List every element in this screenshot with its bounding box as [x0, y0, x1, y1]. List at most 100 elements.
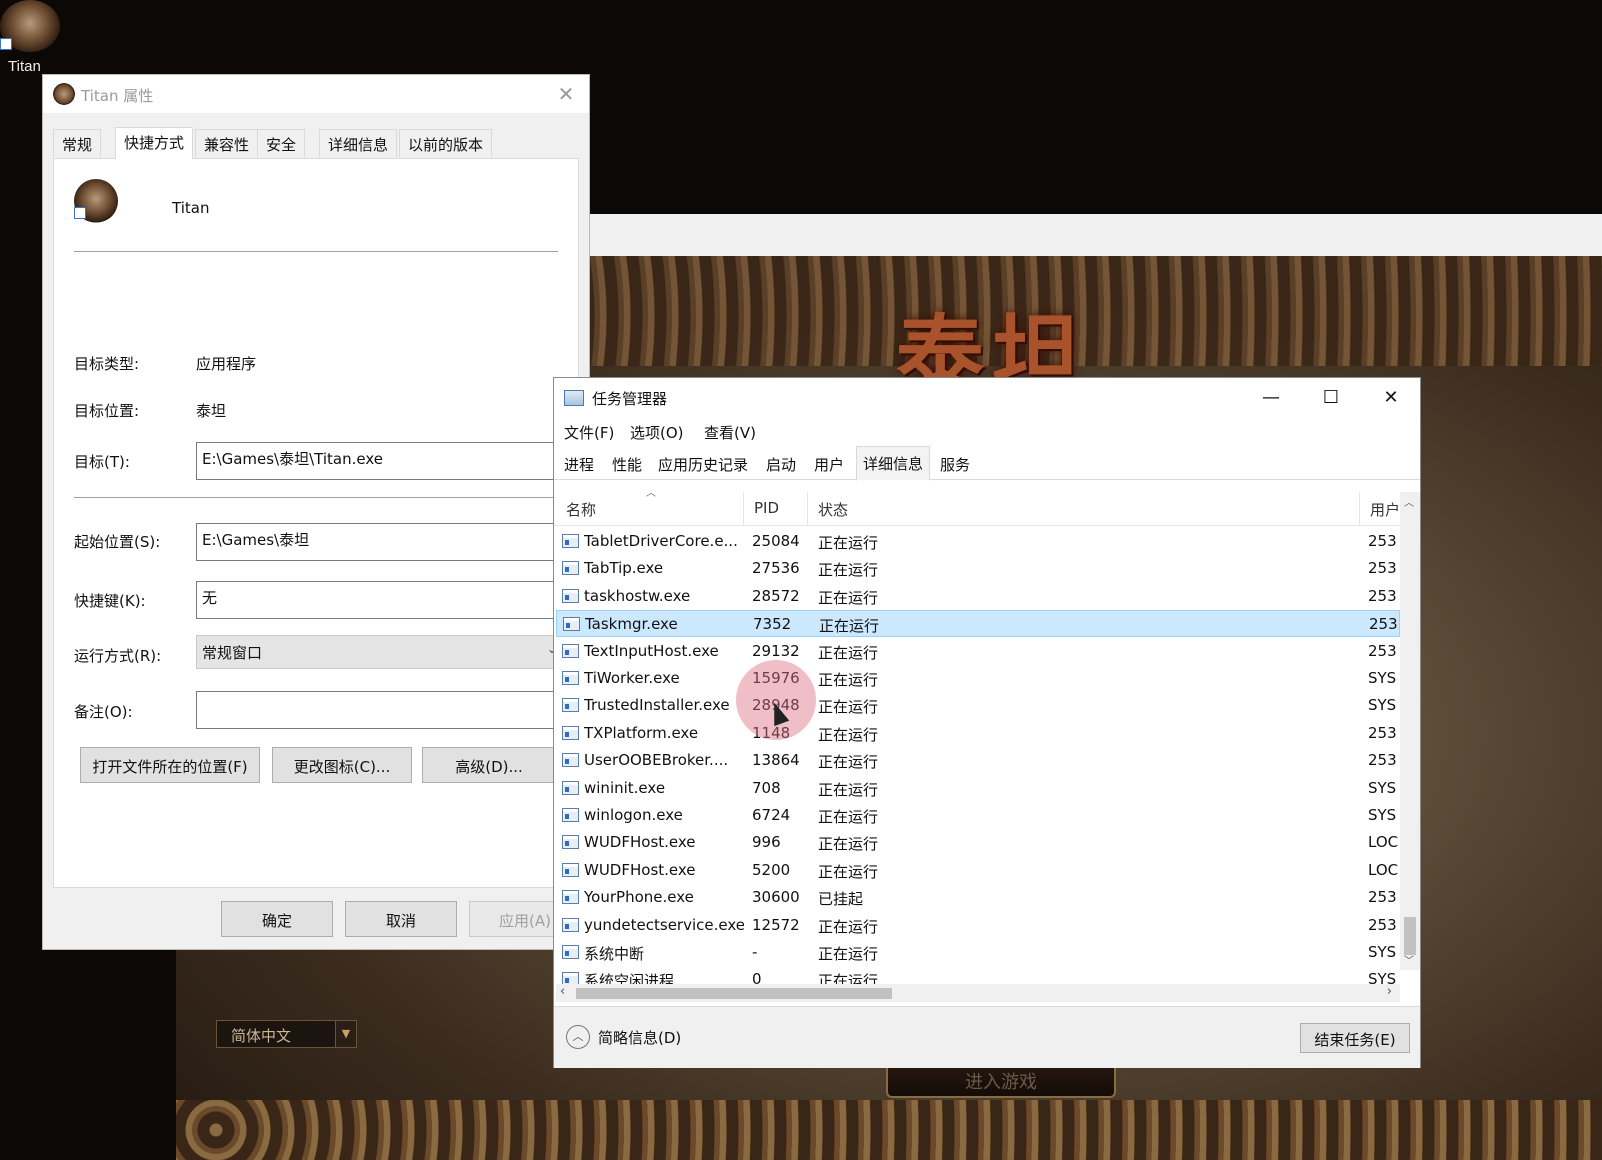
maximize-icon[interactable]: ☐	[1308, 382, 1354, 414]
tab-app-history[interactable]: 应用历史记录	[652, 450, 754, 480]
scroll-right-icon[interactable]: ›	[1387, 984, 1392, 999]
start-in-label: 起始位置(S):	[74, 533, 161, 551]
table-row[interactable]: UserOOBEBroker.... 13864 正在运行 253	[556, 747, 1400, 774]
task-manager-window: 任务管理器 — ☐ ✕ 文件(F) 选项(O) 查看(V) 进程 性能 应用历史…	[553, 377, 1421, 1068]
table-row[interactable]: winlogon.exe 6724 正在运行 SYS	[556, 802, 1400, 829]
process-icon	[562, 835, 579, 850]
process-state: 正在运行	[818, 671, 879, 689]
process-state: 已挂起	[818, 890, 864, 909]
process-state: 正在运行	[818, 561, 879, 580]
tab-users[interactable]: 用户	[808, 450, 850, 480]
close-icon[interactable]: ✕	[1368, 382, 1414, 414]
process-icon	[562, 643, 579, 658]
table-row[interactable]: TrustedInstaller.exe 28948 正在运行 SYS	[556, 692, 1400, 719]
tab-previous-versions[interactable]: 以前的版本	[399, 129, 493, 157]
table-row[interactable]: TiWorker.exe 15976 正在运行 SYS	[556, 665, 1400, 692]
comment-label: 备注(O):	[74, 703, 133, 721]
process-icon	[562, 945, 579, 959]
table-row[interactable]: TXPlatform.exe 1148 正在运行 253	[556, 720, 1400, 747]
process-user: SYS	[1368, 778, 1397, 797]
shortcut-key-label: 快捷键(K):	[74, 592, 146, 610]
tab-general[interactable]: 常规	[53, 129, 102, 157]
process-name: yundetectservice.exe	[584, 915, 744, 934]
scroll-down-icon[interactable]: ﹀	[1404, 952, 1414, 967]
table-row[interactable]: TabTip.exe 27536 正在运行 253	[556, 555, 1400, 582]
ok-button[interactable]: 确定	[221, 901, 333, 937]
process-user: 253	[1368, 559, 1397, 578]
tab-services[interactable]: 服务	[934, 450, 976, 480]
click-highlight	[736, 660, 816, 740]
table-row[interactable]: WUDFHost.exe 996 正在运行 LOC	[556, 829, 1400, 856]
end-task-button[interactable]: 结束任务(E)	[1300, 1023, 1410, 1053]
target-label: 目标(T):	[74, 453, 130, 471]
target-field[interactable]: E:\Games\泰坦\Titan.exe	[196, 442, 566, 480]
run-select[interactable]: 常规窗口 ⌄	[196, 635, 566, 669]
table-row[interactable]: TabletDriverCore.e... 25084 正在运行 253	[556, 528, 1400, 555]
language-select[interactable]: 简体中文 ▼	[216, 1020, 357, 1048]
task-manager-titlebar[interactable]: 任务管理器 — ☐ ✕	[554, 378, 1420, 418]
cancel-button[interactable]: 取消	[345, 901, 457, 937]
shortcut-arrow-icon	[0, 38, 12, 50]
scroll-left-icon[interactable]: ‹	[560, 984, 565, 999]
desktop-shortcut-titan[interactable]: Titan	[0, 0, 62, 80]
process-user: LOC	[1368, 860, 1399, 879]
column-user[interactable]: 用户	[1360, 492, 1400, 526]
tab-security[interactable]: 安全	[257, 129, 306, 157]
tab-processes[interactable]: 进程	[558, 450, 600, 480]
close-icon[interactable]: ✕	[553, 81, 579, 107]
table-row[interactable]: YourPhone.exe 30600 已挂起 253	[556, 884, 1400, 911]
process-name: wininit.exe	[584, 778, 666, 797]
tab-shortcut[interactable]: 快捷方式	[115, 127, 194, 159]
start-in-field[interactable]: E:\Games\泰坦	[196, 523, 566, 561]
tab-details[interactable]: 详细信息	[856, 446, 931, 481]
tab-startup[interactable]: 启动	[760, 450, 802, 480]
process-state: 正在运行	[818, 808, 879, 826]
process-user: 253	[1368, 915, 1397, 934]
chevron-up-icon[interactable]: ︿	[566, 1025, 590, 1049]
advanced-button[interactable]: 高级(D)...	[422, 747, 556, 783]
open-file-location-button[interactable]: 打开文件所在的位置(F)	[80, 747, 260, 783]
comment-field[interactable]	[196, 691, 566, 729]
column-user-label: 用户	[1370, 501, 1401, 519]
scroll-up-icon[interactable]: ︿	[1404, 494, 1414, 509]
process-user: SYS	[1368, 696, 1397, 715]
minimize-icon[interactable]: —	[1248, 382, 1294, 414]
process-pid: 12572	[752, 915, 800, 934]
menu-file[interactable]: 文件(F)	[564, 422, 614, 443]
scroll-thumb[interactable]	[576, 988, 892, 999]
table-row[interactable]: yundetectservice.exe 12572 正在运行 253	[556, 912, 1400, 939]
titan-app-icon	[74, 179, 118, 223]
menu-view[interactable]: 查看(V)	[704, 422, 756, 443]
chevron-down-icon[interactable]: ▼	[335, 1020, 357, 1048]
table-row[interactable]: Taskmgr.exe 7352 正在运行 253	[556, 610, 1400, 638]
properties-titlebar[interactable]: Titan 属性 ✕	[43, 75, 589, 113]
process-name: TextInputHost.exe	[584, 641, 719, 660]
tab-performance[interactable]: 性能	[606, 450, 648, 480]
divider	[74, 497, 558, 498]
process-pid: 28572	[752, 586, 800, 605]
process-user: SYS	[1368, 943, 1397, 961]
task-manager-tabs: 进程 性能 应用历史记录 启动 用户 详细信息 服务	[554, 444, 1420, 481]
process-pid: 13864	[752, 751, 800, 770]
scroll-thumb[interactable]	[1404, 917, 1416, 955]
table-row[interactable]: taskhostw.exe 28572 正在运行 253	[556, 583, 1400, 610]
table-row[interactable]: wininit.exe 708 正在运行 SYS	[556, 775, 1400, 802]
tab-compatibility[interactable]: 兼容性	[195, 129, 259, 157]
table-row[interactable]: 系统中断 - 正在运行 SYS	[556, 939, 1400, 966]
column-pid[interactable]: PID	[744, 492, 808, 526]
shortcut-key-field[interactable]: 无	[196, 581, 566, 619]
tab-details[interactable]: 详细信息	[319, 129, 398, 157]
horizontal-scrollbar[interactable]: ‹ ›	[556, 984, 1400, 1002]
column-state[interactable]: 状态	[808, 492, 1360, 526]
column-name[interactable]: ︿ 名称	[556, 492, 744, 526]
vertical-scrollbar[interactable]: ︿ ﹀	[1400, 492, 1420, 970]
process-pid: 996	[752, 833, 781, 852]
change-icon-button[interactable]: 更改图标(C)...	[272, 747, 412, 783]
table-row[interactable]: WUDFHost.exe 5200 正在运行 LOC	[556, 857, 1400, 884]
fewer-details-link[interactable]: 简略信息(D)	[598, 1027, 681, 1048]
menu-options[interactable]: 选项(O)	[630, 422, 684, 443]
run-select-value: 常规窗口	[202, 644, 263, 662]
target-type-label: 目标类型:	[74, 355, 140, 373]
process-name: winlogon.exe	[584, 806, 683, 824]
table-row[interactable]: TextInputHost.exe 29132 正在运行 253	[556, 638, 1400, 665]
